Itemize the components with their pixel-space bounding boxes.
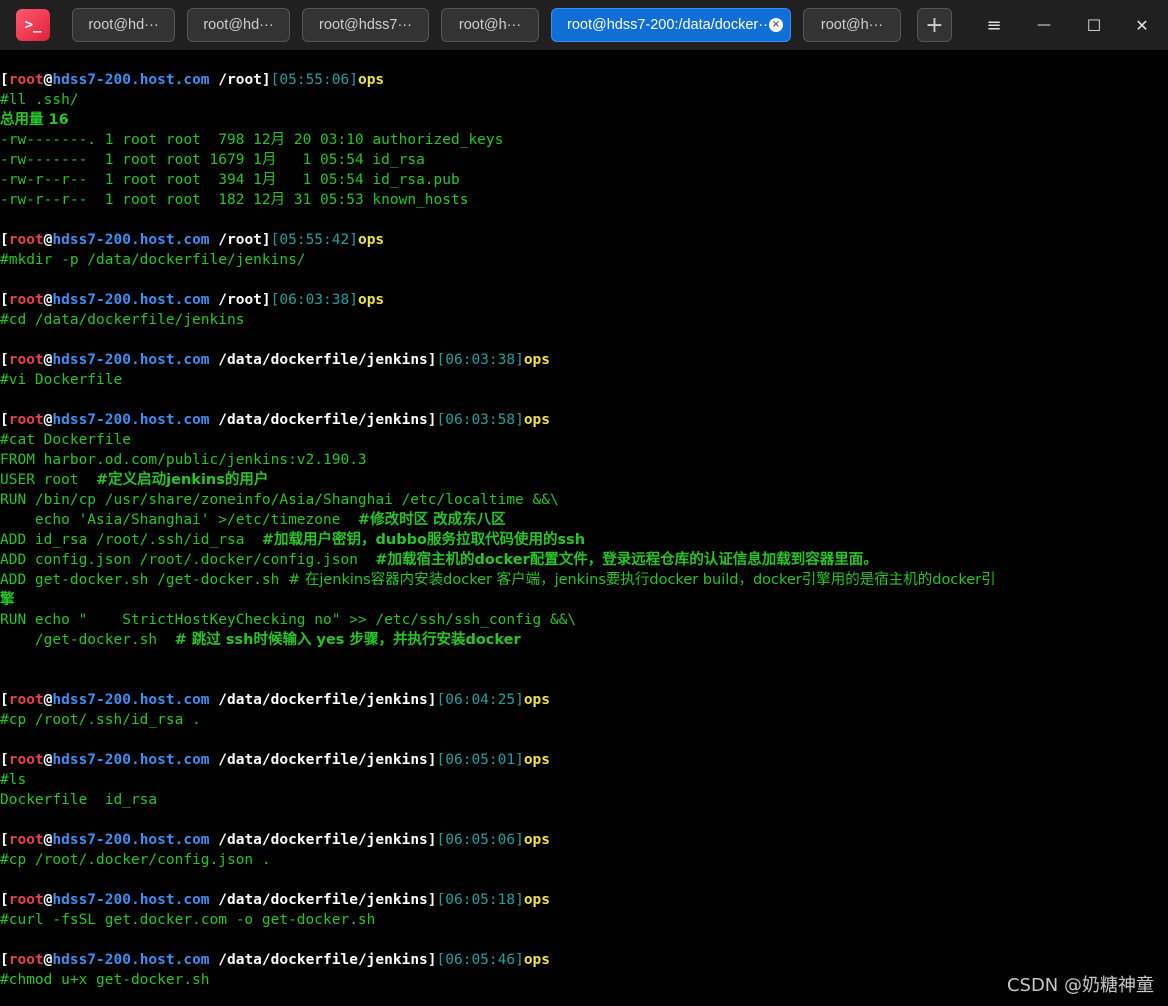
hamburger-icon: ≡	[986, 14, 1002, 36]
command-line: #cat Dockerfile	[0, 432, 131, 448]
terminal-output[interactable]: [root@hdss7-200.host.com /root][05:55:06…	[0, 70, 1168, 990]
prompt-line: [root@hdss7-200.host.com /data/dockerfil…	[0, 692, 551, 708]
tab-5-active[interactable]: root@hdss7-200:/data/docker··· ×	[551, 8, 791, 42]
prompt-line: [root@hdss7-200.host.com /data/dockerfil…	[0, 832, 551, 848]
tab-4[interactable]: root@h···	[441, 8, 539, 42]
minimize-button[interactable]: —	[1031, 12, 1057, 38]
command-line: #cd /data/dockerfile/jenkins	[0, 312, 245, 328]
prompt-line: [root@hdss7-200.host.com /data/dockerfil…	[0, 892, 551, 908]
command-line: #vi Dockerfile	[0, 372, 123, 388]
dockerfile-line: USER root #定义启动jenkins的用户	[0, 472, 269, 488]
tab-3[interactable]: root@hdss7···	[302, 8, 429, 42]
terminal-app-icon[interactable]: >_	[16, 9, 50, 41]
title-bar: >_ root@hd··· root@hd··· root@hdss7··· r…	[0, 0, 1168, 50]
output-line: 总用量 16	[0, 112, 69, 128]
tab-label: root@h···	[820, 17, 884, 33]
prompt-line: [root@hdss7-200.host.com /root][05:55:06…	[0, 72, 385, 88]
dockerfile-line-wrap: 擎	[0, 592, 15, 608]
prompt-line: [root@hdss7-200.host.com /root][05:55:42…	[0, 232, 385, 248]
dockerfile-line: RUN /bin/cp /usr/share/zoneinfo/Asia/Sha…	[0, 492, 559, 508]
maximize-icon: ☐	[1086, 15, 1102, 35]
command-line: #curl -fsSL get.docker.com -o get-docker…	[0, 912, 376, 928]
close-window-button[interactable]: ✕	[1129, 12, 1155, 38]
tab-label: root@hdss7···	[319, 17, 412, 33]
watermark: CSDN @奶糖神童	[1006, 975, 1154, 996]
dockerfile-line: ADD id_rsa /root/.ssh/id_rsa #加载用户密钥，dub…	[0, 532, 586, 548]
dockerfile-line: /get-docker.sh # 跳过 ssh时候输入 yes 步骤，并执行安装…	[0, 632, 521, 648]
prompt-line: [root@hdss7-200.host.com /data/dockerfil…	[0, 752, 551, 768]
dockerfile-line: echo 'Asia/Shanghai' >/etc/timezone #修改时…	[0, 512, 506, 528]
command-line: #ls	[0, 772, 27, 788]
tab-label: root@hd···	[203, 17, 274, 33]
command-line: #cp /root/.ssh/id_rsa .	[0, 712, 201, 728]
output-line: -rw-------. 1 root root 798 12月 20 03:10…	[0, 132, 504, 148]
command-line: #cp /root/.docker/config.json .	[0, 852, 271, 868]
dockerfile-line: RUN echo " StrictHostKeyChecking no" >> …	[0, 612, 577, 628]
output-line: -rw-r--r-- 1 root root 182 12月 31 05:53 …	[0, 192, 469, 208]
dockerfile-line: ADD config.json /root/.docker/config.jso…	[0, 552, 878, 568]
dockerfile-line: ADD get-docker.sh /get-docker.sh # 在jenk…	[0, 572, 996, 588]
menu-button[interactable]: ≡	[981, 12, 1007, 38]
command-line: #chmod u+x get-docker.sh	[0, 972, 210, 988]
tab-label: root@hd···	[88, 17, 159, 33]
minimize-icon: —	[1037, 17, 1051, 33]
command-line: #ll .ssh/	[0, 92, 79, 108]
output-line: -rw-r--r-- 1 root root 394 1月 1 05:54 id…	[0, 172, 460, 188]
output-line: -rw------- 1 root root 1679 1月 1 05:54 i…	[0, 152, 425, 168]
prompt-line: [root@hdss7-200.host.com /data/dockerfil…	[0, 352, 551, 368]
close-tab-icon[interactable]: ×	[769, 18, 783, 32]
tab-label: root@h···	[458, 17, 522, 33]
tab-label: root@hdss7-200:/data/docker···	[567, 17, 773, 33]
prompt-line: [root@hdss7-200.host.com /data/dockerfil…	[0, 412, 551, 428]
command-line: #mkdir -p /data/dockerfile/jenkins/	[0, 252, 306, 268]
maximize-button[interactable]: ☐	[1081, 12, 1107, 38]
new-tab-button[interactable]: +	[917, 8, 952, 42]
tab-6[interactable]: root@h···	[803, 8, 901, 42]
dockerfile-line: FROM harbor.od.com/public/jenkins:v2.190…	[0, 452, 367, 468]
close-icon: ✕	[1135, 15, 1149, 35]
prompt-line: [root@hdss7-200.host.com /data/dockerfil…	[0, 952, 551, 968]
tab-2[interactable]: root@hd···	[187, 8, 290, 42]
tab-1[interactable]: root@hd···	[72, 8, 175, 42]
output-line: Dockerfile id_rsa	[0, 792, 158, 808]
prompt-line: [root@hdss7-200.host.com /root][06:03:38…	[0, 292, 385, 308]
plus-icon: +	[925, 12, 944, 38]
